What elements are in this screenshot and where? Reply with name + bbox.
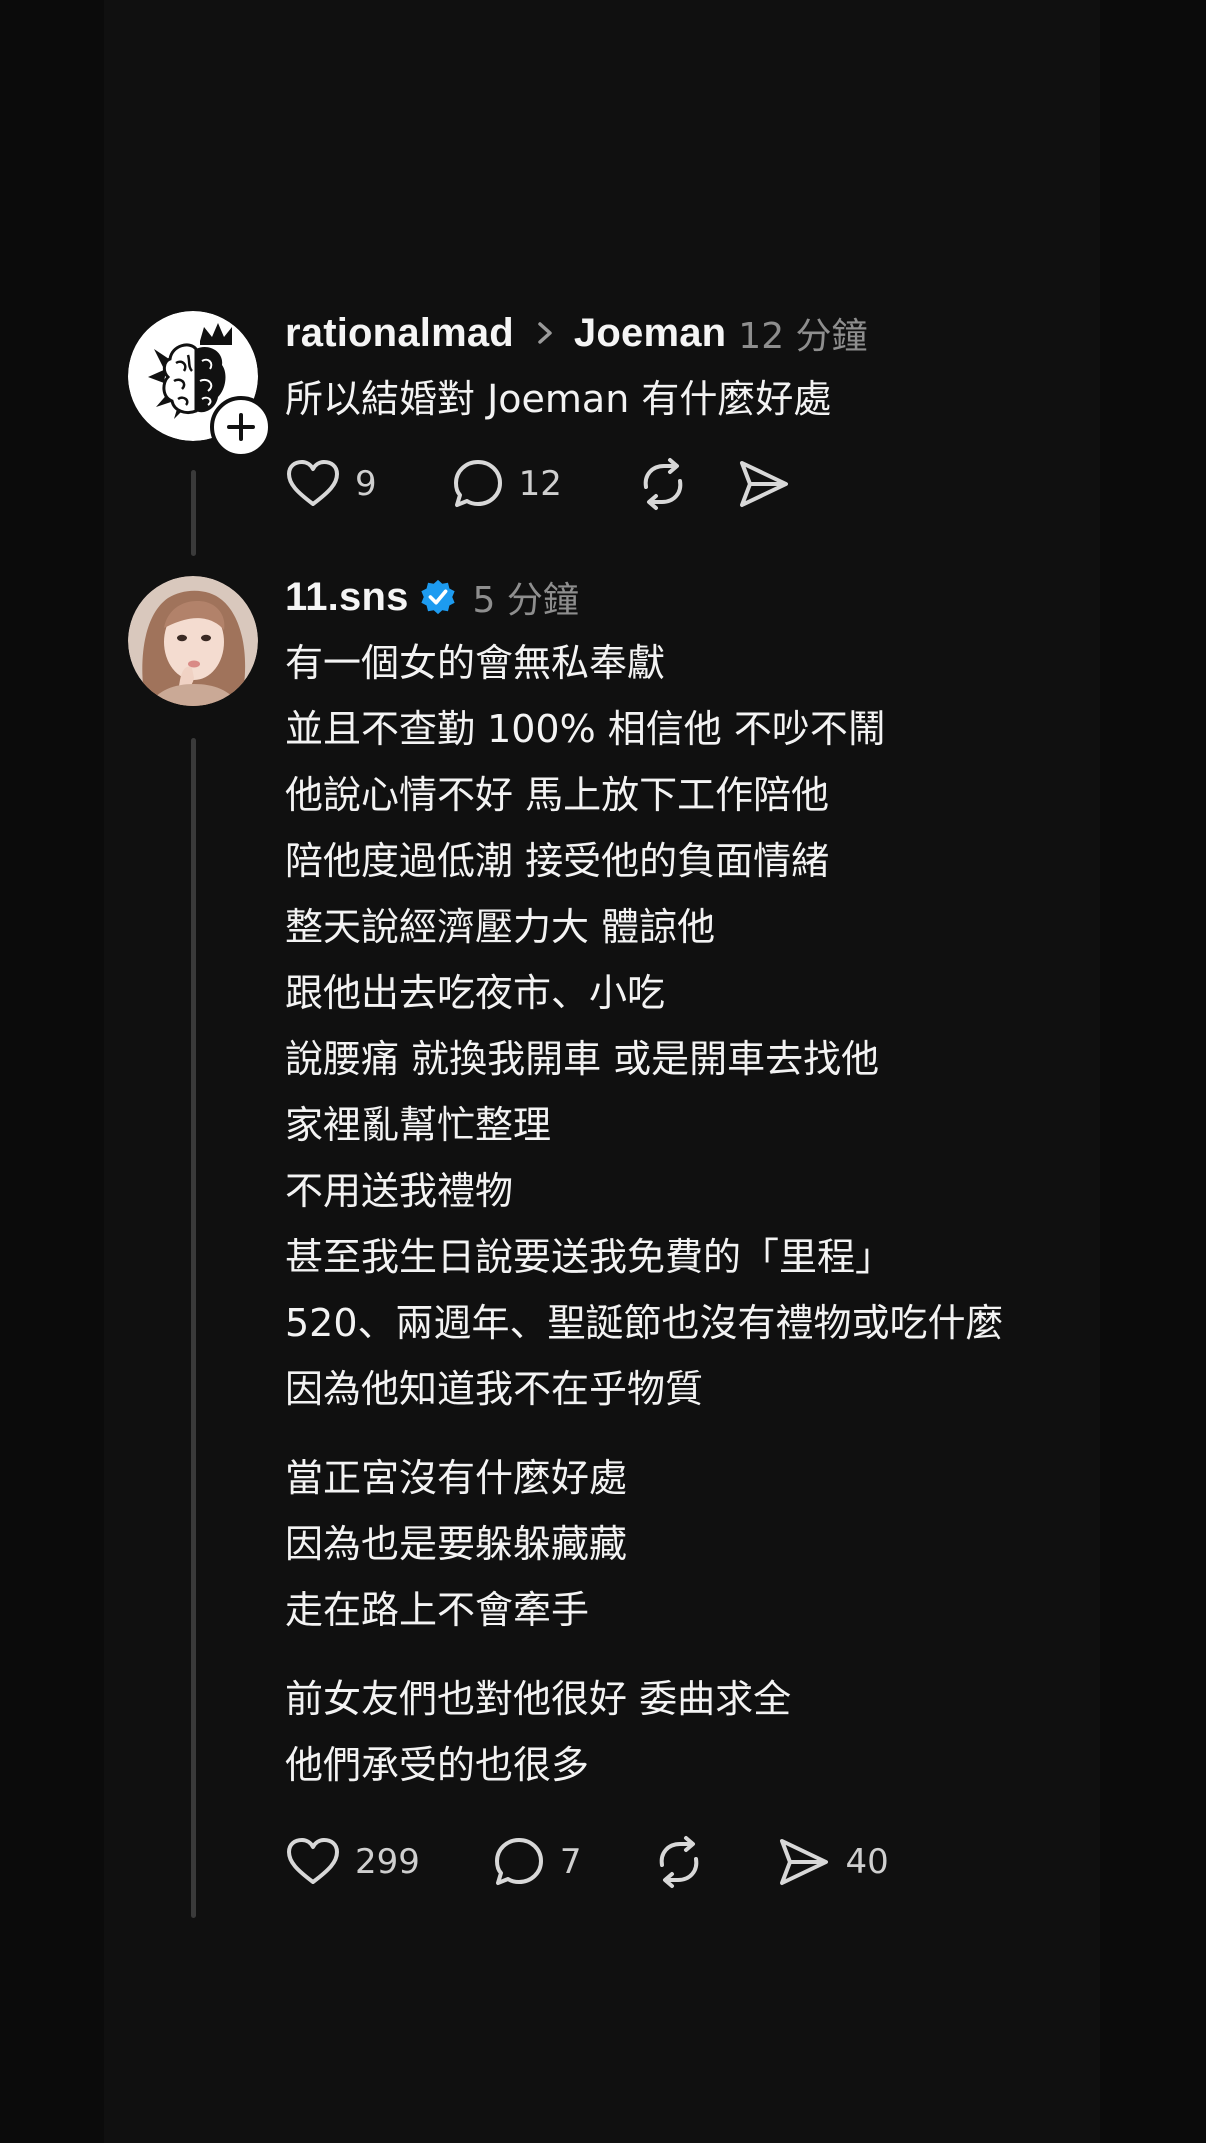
- chevron-right-icon: [538, 322, 552, 344]
- action-bar: 299 7 40: [285, 1832, 1088, 1892]
- post-header: 11.sns 5 分鐘: [285, 572, 1088, 622]
- thread-line: [191, 738, 196, 1918]
- plus-icon: [227, 413, 255, 441]
- comment-button[interactable]: 12: [451, 457, 562, 511]
- username[interactable]: 11.sns: [285, 575, 409, 620]
- timestamp: 12 分鐘: [738, 316, 868, 357]
- post-header: rationalmad Joeman 12 分鐘: [285, 308, 1088, 358]
- comment-button[interactable]: 7: [492, 1835, 582, 1889]
- like-count: 299: [355, 1842, 420, 1882]
- comment-count: 12: [518, 464, 562, 504]
- timestamp: 5 分鐘: [472, 580, 579, 621]
- send-icon: [739, 461, 788, 507]
- post-text: 所以結婚對 Joeman 有什麼好處: [285, 377, 832, 421]
- like-button[interactable]: 299: [285, 1836, 420, 1888]
- reply-to-username[interactable]: Joeman: [574, 311, 726, 356]
- post-11sns: 11.sns 5 分鐘 有一個女的會無私奉獻 並且不查勤 100% 相信他 不吵…: [128, 572, 1088, 1922]
- comment-count: 7: [559, 1842, 582, 1882]
- repost-icon: [643, 458, 683, 510]
- share-count: 40: [845, 1842, 889, 1882]
- comment-bubble-icon: [453, 460, 502, 507]
- post-text-paragraph-1: 有一個女的會無私奉獻 並且不查勤 100% 相信他 不吵不鬧 他說心情不好 馬上…: [285, 641, 1004, 1411]
- verified-badge-icon: [420, 579, 455, 615]
- thread-line: [191, 470, 196, 556]
- send-icon: [779, 1839, 828, 1885]
- avatar-11sns[interactable]: [128, 576, 258, 706]
- share-button[interactable]: [736, 457, 792, 511]
- heart-icon: [287, 1838, 339, 1884]
- comment-bubble-icon: [494, 1838, 543, 1885]
- repost-button[interactable]: [636, 457, 690, 511]
- post-text-paragraph-2: 當正宮沒有什麼好處 因為也是要躲躲藏藏 走在路上不會牽手: [285, 1456, 628, 1632]
- like-count: 9: [355, 464, 377, 504]
- like-button[interactable]: 9: [285, 458, 377, 510]
- username[interactable]: rationalmad: [285, 311, 514, 356]
- heart-icon: [287, 460, 339, 506]
- action-bar: 9 12: [285, 454, 1088, 514]
- post-text-paragraph-3: 前女友們也對他很好 委曲求全 他們承受的也很多: [285, 1677, 792, 1787]
- post-rationalmad: rationalmad Joeman 12 分鐘 所以結婚對 Joeman 有什…: [128, 308, 1088, 558]
- repost-icon: [659, 1836, 698, 1888]
- profile-photo: [128, 576, 258, 706]
- repost-button[interactable]: [652, 1835, 706, 1889]
- follow-plus-button[interactable]: [210, 396, 272, 458]
- share-button[interactable]: 40: [776, 1835, 889, 1889]
